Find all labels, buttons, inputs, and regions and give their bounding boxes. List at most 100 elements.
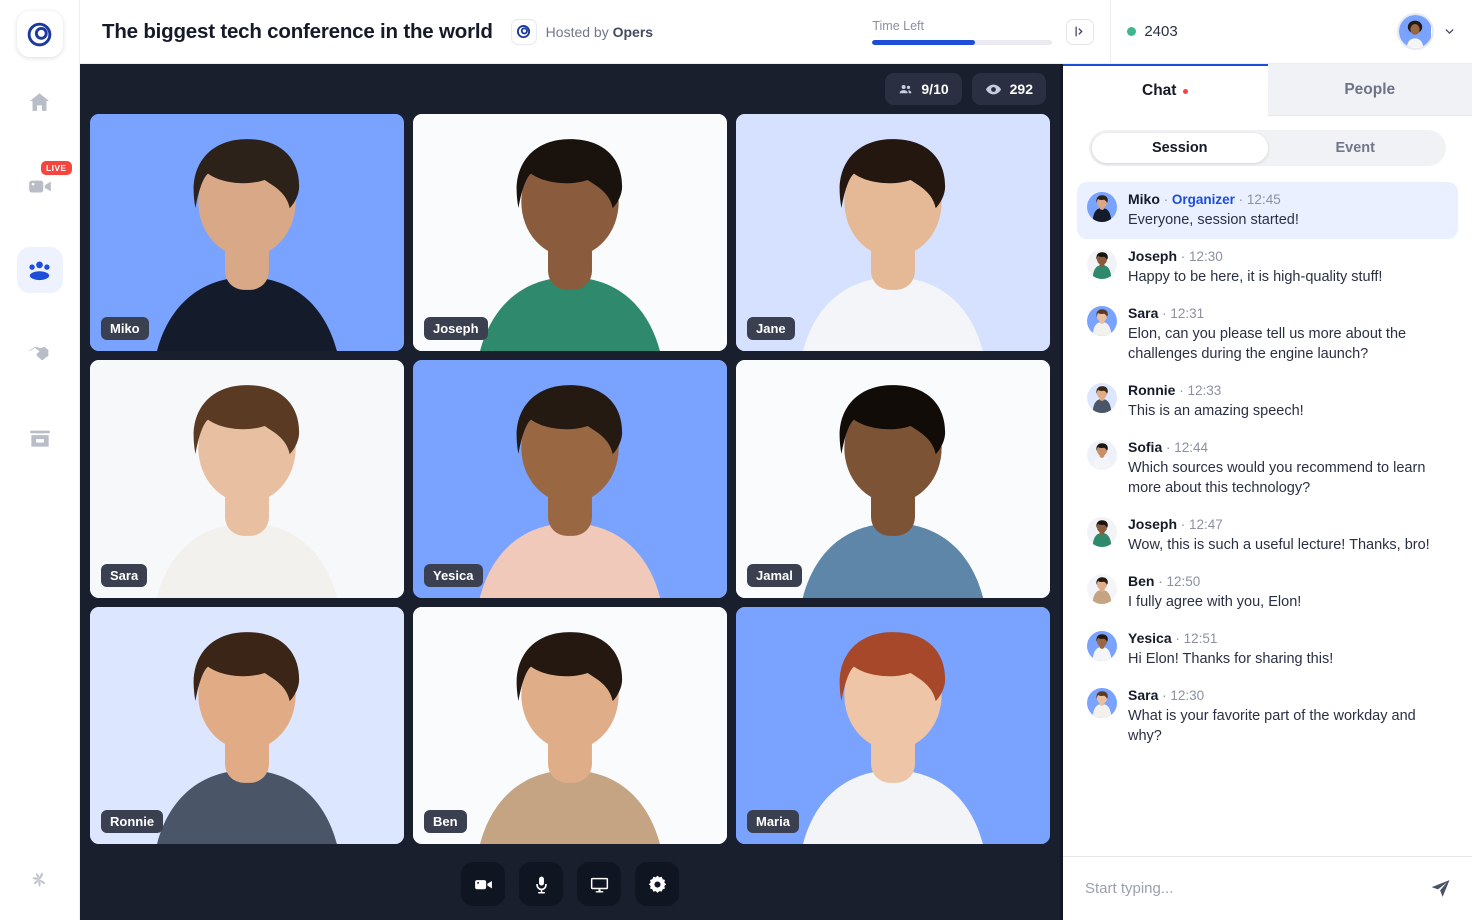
participant-tile[interactable]: Ben xyxy=(413,607,727,844)
tab-chat[interactable]: Chat xyxy=(1063,64,1268,116)
participant-name-label: Maria xyxy=(747,810,799,833)
message-time: 12:33 xyxy=(1187,383,1221,398)
message-author: Joseph xyxy=(1128,248,1177,264)
avatar-image xyxy=(1087,688,1117,718)
message-author: Yesica xyxy=(1128,630,1172,646)
avatar-image xyxy=(1087,631,1117,661)
toggle-mic-button[interactable] xyxy=(519,862,563,906)
participant-name-label: Ben xyxy=(424,810,467,833)
sidebar-item-expo[interactable] xyxy=(17,415,63,461)
participant-tile[interactable]: Joseph xyxy=(413,114,727,351)
participant-tile[interactable]: Sara xyxy=(90,360,404,597)
tab-people-label: People xyxy=(1344,81,1395,99)
message-header: Sofia · 12:44 xyxy=(1128,439,1448,455)
message-text: Elon, can you please tell us more about … xyxy=(1128,324,1448,364)
share-screen-button[interactable] xyxy=(577,862,621,906)
participant-tile[interactable]: Jane xyxy=(736,114,1050,351)
message-author: Sara xyxy=(1128,305,1158,321)
collapse-panel-button[interactable] xyxy=(1066,19,1094,45)
segment-event[interactable]: Event xyxy=(1268,133,1444,163)
message-header: Ben · 12:50 xyxy=(1128,573,1301,589)
participant-name-label: Jane xyxy=(747,317,795,340)
handshake-icon xyxy=(27,341,53,367)
chat-message: Joseph · 12:30Happy to be here, it is hi… xyxy=(1077,239,1458,296)
send-message-button[interactable] xyxy=(1429,877,1452,900)
participant-grid: Miko Joseph Jane Sara YesicaJamal Ronnie Ben Ma… xyxy=(80,114,1060,848)
avatar-image xyxy=(1087,517,1117,547)
message-input[interactable] xyxy=(1085,880,1417,897)
message-text: Everyone, session started! xyxy=(1128,210,1299,230)
hosted-by-label: Hosted by Opers xyxy=(546,24,653,40)
panel-collapse-icon xyxy=(1073,24,1088,39)
avatar-image xyxy=(1399,15,1431,47)
message-text: Wow, this is such a useful lecture! Than… xyxy=(1128,535,1430,555)
sidebar-item-partners[interactable] xyxy=(17,331,63,377)
chat-message: Sofia · 12:44 Which sources would you rec… xyxy=(1077,430,1458,507)
eye-icon xyxy=(985,81,1002,98)
message-body: Ben · 12:50 I fully agree with you, Elon! xyxy=(1128,573,1301,612)
avatar-image xyxy=(1087,574,1117,604)
account-menu[interactable] xyxy=(1397,13,1456,50)
paper-plane-icon xyxy=(1429,877,1452,900)
message-avatar xyxy=(1087,249,1117,279)
video-camera-icon xyxy=(473,874,494,895)
segmented-control: Session Event xyxy=(1089,130,1446,166)
status-dot-icon xyxy=(1127,27,1136,36)
message-author: Sofia xyxy=(1128,439,1162,455)
segment-session[interactable]: Session xyxy=(1092,133,1268,163)
chat-message: Joseph · 12:47Wow, this is such a useful… xyxy=(1077,507,1458,564)
chat-message: Ronnie · 12:33This is an amazing speech! xyxy=(1077,373,1458,430)
message-text: I fully agree with you, Elon! xyxy=(1128,592,1301,612)
sidebar-item-people[interactable] xyxy=(17,247,63,293)
participants-badge[interactable]: 9/10 xyxy=(885,73,961,105)
people-icon xyxy=(898,82,913,97)
message-header: Sara · 12:31 xyxy=(1128,305,1448,321)
pinwheel-icon xyxy=(26,866,53,893)
chevron-down-icon[interactable] xyxy=(1443,25,1456,38)
sidebar-item-home[interactable] xyxy=(17,79,63,125)
participant-tile[interactable]: Ronnie xyxy=(90,607,404,844)
participant-tile[interactable]: Yesica xyxy=(413,360,727,597)
message-avatar xyxy=(1087,383,1117,413)
participant-tile[interactable]: Maria xyxy=(736,607,1050,844)
chat-message: Sara · 12:30What is your favorite part o… xyxy=(1077,678,1458,755)
message-author: Joseph xyxy=(1128,516,1177,532)
message-time: 12:45 xyxy=(1247,192,1281,207)
sidebar-item-settings[interactable] xyxy=(17,856,63,902)
unread-dot-icon xyxy=(1183,89,1188,94)
avatar-image xyxy=(1087,383,1117,413)
participant-name-label: Sara xyxy=(101,564,147,587)
top-header: The biggest tech conference in the world… xyxy=(80,0,1472,64)
participants-count: 9/10 xyxy=(921,81,948,97)
message-avatar xyxy=(1087,631,1117,661)
message-text: Which sources would you recommend to lea… xyxy=(1128,458,1448,498)
message-body: Sara · 12:31 Elon, can you please tell us… xyxy=(1128,305,1448,364)
participant-tile[interactable]: Jamal xyxy=(736,360,1050,597)
chat-tab-bar: Chat People xyxy=(1063,64,1472,116)
chat-panel: Chat People Session Event Miko · Organiz… xyxy=(1060,64,1472,920)
time-left-fill xyxy=(872,40,975,45)
time-left-block: Time Left xyxy=(872,19,1052,45)
message-body: Yesica · 12:51Hi Elon! Thanks for sharin… xyxy=(1128,630,1333,669)
opers-mark-icon xyxy=(516,24,531,39)
participant-name-label: Miko xyxy=(101,317,149,340)
app-logo[interactable] xyxy=(17,11,63,57)
message-text: Happy to be here, it is high-quality stu… xyxy=(1128,267,1382,287)
participant-tile[interactable]: Miko xyxy=(90,114,404,351)
call-settings-button[interactable] xyxy=(635,862,679,906)
message-body: Sara · 12:30What is your favorite part o… xyxy=(1128,687,1448,746)
message-time: 12:30 xyxy=(1189,249,1223,264)
sidebar-item-live[interactable]: LIVE xyxy=(17,163,63,209)
header-divider xyxy=(1110,0,1111,64)
stage-viewers-badge[interactable]: 292 xyxy=(972,73,1046,105)
chat-message-list[interactable]: Miko · Organizer · 12:45 Everyone, sessio… xyxy=(1063,176,1472,856)
participant-name-label: Ronnie xyxy=(101,810,163,833)
people-group-icon xyxy=(26,257,53,284)
toggle-camera-button[interactable] xyxy=(461,862,505,906)
message-header: Miko · Organizer · 12:45 xyxy=(1128,191,1299,207)
host-logo xyxy=(511,19,537,45)
tab-people[interactable]: People xyxy=(1268,64,1472,116)
tab-chat-label: Chat xyxy=(1142,82,1176,100)
opers-logo-icon xyxy=(26,21,53,48)
content-body: 9/10 292 MikoJosephJaneSaraYesicaJamalRo… xyxy=(80,64,1472,920)
